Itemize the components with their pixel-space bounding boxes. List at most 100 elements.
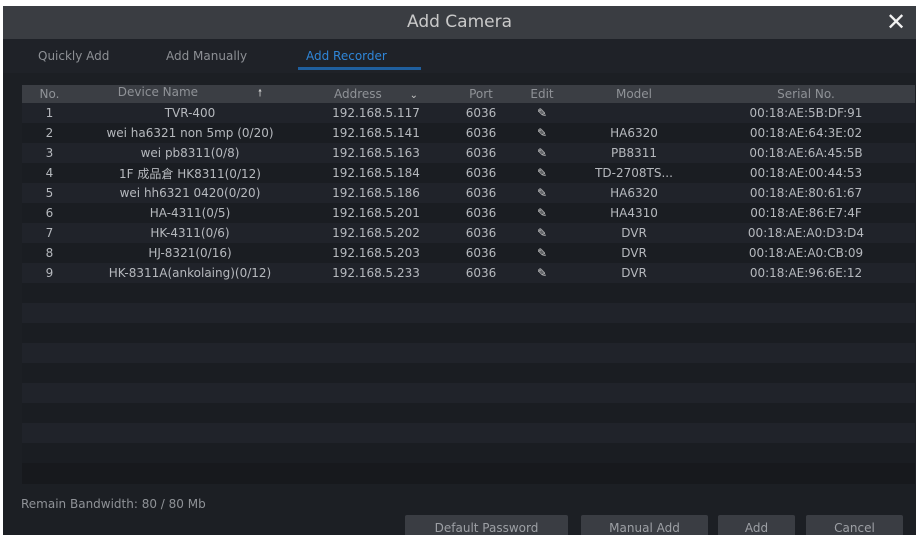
pencil-icon[interactable]: ✎ [513, 223, 571, 243]
column-header-address-label: Address [333, 87, 382, 101]
table-row[interactable]: 5 wei hh6321 0420(0/20) 192.168.5.186 60… [22, 183, 915, 203]
cell-device-name: HK-8311A(ankolaing)(0/12) [77, 263, 303, 283]
cell-serial: 00:18:AE:6A:45:5B [697, 143, 915, 163]
cell-no: 4 [22, 163, 77, 183]
column-header-address[interactable]: Address ⌄ [303, 85, 449, 103]
cell-serial: 00:18:AE:80:61:67 [697, 183, 915, 203]
pencil-icon[interactable]: ✎ [513, 123, 571, 143]
table-header: No. Device Name 🠕 Address ⌄ Port Edit Mo… [22, 85, 915, 103]
cell-port: 6036 [449, 183, 513, 203]
cell-serial: 00:18:AE:86:E7:4F [697, 203, 915, 223]
recorder-table-container: No. Device Name 🠕 Address ⌄ Port Edit Mo… [22, 85, 915, 484]
add-camera-dialog: Add Camera ✕ Quickly Add Add Manually Ad… [3, 6, 916, 535]
table-row[interactable]: 7 HK-4311(0/6) 192.168.5.202 6036 ✎ DVR … [22, 223, 915, 243]
cell-model: HA4310 [571, 203, 697, 223]
column-header-device-name[interactable]: Device Name 🠕 [77, 85, 303, 103]
column-header-port[interactable]: Port [449, 85, 513, 103]
dialog-footer: Remain Bandwidth: 80 / 80 Mb Default Pas… [3, 485, 916, 535]
add-button[interactable]: Add [718, 515, 795, 535]
active-tab-indicator [298, 67, 421, 70]
cell-serial: 00:18:AE:00:44:53 [697, 163, 915, 183]
cell-port: 6036 [449, 163, 513, 183]
cell-address: 192.168.5.141 [303, 123, 449, 143]
empty-row [22, 323, 915, 343]
pencil-icon[interactable]: ✎ [513, 243, 571, 263]
table-row[interactable]: 4 1F 成品倉 HK8311(0/12) 192.168.5.184 6036… [22, 163, 915, 183]
pencil-icon[interactable]: ✎ [513, 163, 571, 183]
cell-no: 9 [22, 263, 77, 283]
table-row[interactable]: 8 HJ-8321(0/16) 192.168.5.203 6036 ✎ DVR… [22, 243, 915, 263]
cell-port: 6036 [449, 243, 513, 263]
cell-model: DVR [571, 243, 697, 263]
cell-device-name: HK-4311(0/6) [77, 223, 303, 243]
table-row[interactable]: 3 wei pb8311(0/8) 192.168.5.163 6036 ✎ P… [22, 143, 915, 163]
cell-device-name: HJ-8321(0/16) [77, 243, 303, 263]
cell-address: 192.168.5.203 [303, 243, 449, 263]
close-icon[interactable]: ✕ [882, 8, 910, 36]
empty-row [22, 403, 915, 423]
cell-port: 6036 [449, 223, 513, 243]
table-row[interactable]: 9 HK-8311A(ankolaing)(0/12) 192.168.5.23… [22, 263, 915, 283]
cancel-button[interactable]: Cancel [806, 515, 903, 535]
tab-quickly-add[interactable]: Quickly Add [38, 49, 109, 63]
default-password-button[interactable]: Default Password [405, 515, 568, 535]
cell-address: 192.168.5.186 [303, 183, 449, 203]
pencil-icon[interactable]: ✎ [513, 143, 571, 163]
cell-address: 192.168.5.117 [303, 103, 449, 123]
cell-device-name: wei ha6321 non 5mp (0/20) [77, 123, 303, 143]
cell-device-name: HA-4311(0/5) [77, 203, 303, 223]
cell-port: 6036 [449, 203, 513, 223]
cell-address: 192.168.5.184 [303, 163, 449, 183]
cell-no: 3 [22, 143, 77, 163]
pencil-icon[interactable]: ✎ [513, 183, 571, 203]
pencil-icon[interactable]: ✎ [513, 203, 571, 223]
empty-row [22, 423, 915, 443]
column-header-serial-no[interactable]: Serial No. [697, 85, 915, 103]
table-row[interactable]: 2 wei ha6321 non 5mp (0/20) 192.168.5.14… [22, 123, 915, 143]
empty-row [22, 383, 915, 403]
cell-serial: 00:18:AE:5B:DF:91 [697, 103, 915, 123]
pencil-icon[interactable]: ✎ [513, 263, 571, 283]
manual-add-button[interactable]: Manual Add [581, 515, 708, 535]
cell-port: 6036 [449, 123, 513, 143]
cell-no: 2 [22, 123, 77, 143]
cell-no: 1 [22, 103, 77, 123]
pencil-icon[interactable]: ✎ [513, 103, 571, 123]
cell-serial: 00:18:AE:64:3E:02 [697, 123, 915, 143]
cell-port: 6036 [449, 143, 513, 163]
column-header-no[interactable]: No. [22, 85, 77, 103]
empty-row [22, 363, 915, 383]
cell-no: 8 [22, 243, 77, 263]
empty-row [22, 283, 915, 303]
column-header-edit[interactable]: Edit [513, 85, 571, 103]
tab-add-recorder[interactable]: Add Recorder [306, 49, 387, 63]
cell-serial: 00:18:AE:A0:CB:09 [697, 243, 915, 263]
arrow-up-icon[interactable]: 🠕 [258, 88, 262, 99]
cell-address: 192.168.5.202 [303, 223, 449, 243]
empty-row [22, 343, 915, 363]
remain-bandwidth: Remain Bandwidth: 80 / 80 Mb [21, 497, 206, 511]
chevron-down-icon[interactable]: ⌄ [410, 90, 418, 101]
cell-model: TD-2708TS... [571, 163, 697, 183]
recorder-table: No. Device Name 🠕 Address ⌄ Port Edit Mo… [22, 85, 915, 463]
table-row[interactable]: 6 HA-4311(0/5) 192.168.5.201 6036 ✎ HA43… [22, 203, 915, 223]
cell-serial: 00:18:AE:96:6E:12 [697, 263, 915, 283]
cell-model: HA6320 [571, 123, 697, 143]
cell-device-name: wei hh6321 0420(0/20) [77, 183, 303, 203]
column-header-model[interactable]: Model [571, 85, 697, 103]
cell-address: 192.168.5.201 [303, 203, 449, 223]
cell-device-name: wei pb8311(0/8) [77, 143, 303, 163]
empty-row [22, 303, 915, 323]
cell-model: HA6320 [571, 183, 697, 203]
cell-no: 7 [22, 223, 77, 243]
cell-model: DVR [571, 263, 697, 283]
dialog-title: Add Camera [406, 12, 513, 32]
tab-add-manually[interactable]: Add Manually [166, 49, 247, 63]
cell-device-name: 1F 成品倉 HK8311(0/12) [77, 163, 303, 183]
cell-port: 6036 [449, 103, 513, 123]
cell-port: 6036 [449, 263, 513, 283]
cell-model: DVR [571, 223, 697, 243]
empty-row [22, 443, 915, 463]
column-header-device-name-label: Device Name [117, 85, 199, 99]
table-row[interactable]: 1 TVR-400 192.168.5.117 6036 ✎ 00:18:AE:… [22, 103, 915, 123]
